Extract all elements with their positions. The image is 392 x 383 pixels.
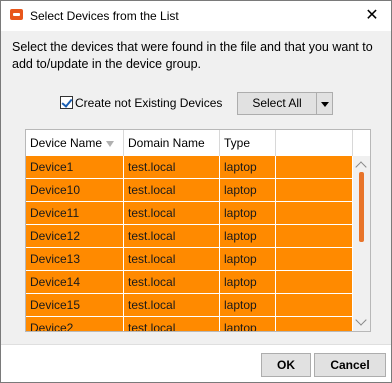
domain-name-cell: test.local [124, 156, 220, 178]
domain-name-cell: test.local [124, 248, 220, 270]
create-not-existing-label[interactable]: Create not Existing Devices [75, 96, 222, 110]
domain-name-cell: test.local [124, 317, 220, 331]
type-cell: laptop [220, 179, 276, 201]
title-bar: Select Devices from the List ✕ [1, 1, 391, 31]
dialog-content: Select the devices that were found in th… [1, 31, 391, 344]
empty-cell [276, 179, 353, 201]
domain-name-cell: test.local [124, 225, 220, 247]
column-header-type[interactable]: Type [220, 130, 276, 156]
cancel-button[interactable]: Cancel [314, 353, 386, 377]
table-row[interactable]: Device14 test.local laptop [26, 271, 353, 294]
create-not-existing-checkbox[interactable] [60, 96, 73, 109]
empty-cell [276, 317, 353, 331]
device-name-cell: Device10 [26, 179, 124, 201]
window-title: Select Devices from the List [30, 9, 179, 23]
empty-cell [276, 225, 353, 247]
type-cell: laptop [220, 317, 276, 331]
table-body: Device1 test.local laptop Device10 test.… [26, 156, 353, 331]
table-row[interactable]: Device12 test.local laptop [26, 225, 353, 248]
device-name-cell: Device11 [26, 202, 124, 224]
select-devices-dialog: Select Devices from the List ✕ Select th… [0, 0, 392, 383]
type-cell: laptop [220, 156, 276, 178]
app-logo-icon [10, 9, 23, 20]
table-row[interactable]: Device13 test.local laptop [26, 248, 353, 271]
table-row[interactable]: Device11 test.local laptop [26, 202, 353, 225]
domain-name-cell: test.local [124, 271, 220, 293]
empty-cell [276, 294, 353, 316]
device-name-cell: Device2 [26, 317, 124, 331]
table-header: Device Name Domain Name Type [26, 130, 353, 156]
device-name-cell: Device12 [26, 225, 124, 247]
chevron-up-icon[interactable] [355, 161, 367, 173]
type-cell: laptop [220, 294, 276, 316]
device-name-cell: Device1 [26, 156, 124, 178]
type-cell: laptop [220, 202, 276, 224]
device-name-cell: Device14 [26, 271, 124, 293]
empty-cell [276, 271, 353, 293]
column-header-device-name[interactable]: Device Name [26, 130, 124, 156]
domain-name-cell: test.local [124, 202, 220, 224]
sort-descending-icon [106, 141, 114, 147]
domain-name-cell: test.local [124, 294, 220, 316]
domain-name-cell: test.local [124, 179, 220, 201]
scrollbar-thumb[interactable] [359, 172, 364, 242]
table-row[interactable]: Device2 test.local laptop [26, 317, 353, 331]
column-header-label: Device Name [30, 136, 103, 150]
select-all-button[interactable]: Select All [237, 92, 317, 115]
device-name-cell: Device13 [26, 248, 124, 270]
ok-button[interactable]: OK [261, 353, 311, 377]
table-row[interactable]: Device1 test.local laptop [26, 156, 353, 179]
column-header-empty [276, 130, 353, 156]
table-row[interactable]: Device10 test.local laptop [26, 179, 353, 202]
type-cell: laptop [220, 248, 276, 270]
type-cell: laptop [220, 271, 276, 293]
devices-table: Device Name Domain Name Type Device1 tes… [25, 129, 371, 332]
options-row: Create not Existing Devices Select All [51, 91, 351, 115]
select-all-dropdown-button[interactable] [317, 92, 333, 115]
chevron-down-icon[interactable] [355, 314, 367, 326]
dialog-footer: OK Cancel [1, 344, 391, 382]
table-row[interactable]: Device15 test.local laptop [26, 294, 353, 317]
instruction-text: Select the devices that were found in th… [12, 40, 373, 71]
empty-cell [276, 202, 353, 224]
vertical-scrollbar[interactable] [353, 156, 370, 331]
device-name-cell: Device15 [26, 294, 124, 316]
close-button[interactable]: ✕ [357, 4, 387, 28]
type-cell: laptop [220, 225, 276, 247]
column-header-domain-name[interactable]: Domain Name [124, 130, 220, 156]
empty-cell [276, 156, 353, 178]
chevron-down-icon [321, 102, 329, 107]
empty-cell [276, 248, 353, 270]
